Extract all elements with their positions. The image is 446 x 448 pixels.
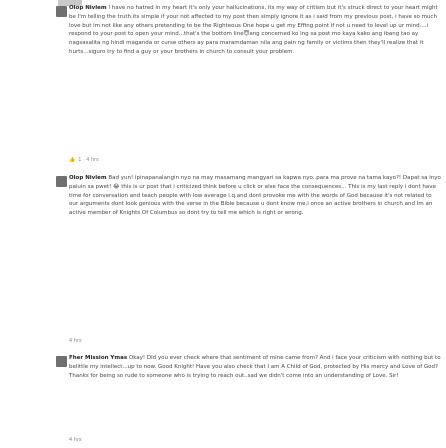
comment-meta: 4 hrs	[69, 436, 82, 444]
comment-author[interactable]: Olop Nivlem	[69, 5, 107, 11]
comment-author[interactable]: Fher Mission Ymas	[69, 355, 127, 361]
avatar[interactable]	[56, 176, 67, 187]
like-icon[interactable]: 👍	[69, 156, 75, 164]
comment-meta-text: 1 · 4 hrs	[78, 157, 99, 163]
comment-meta-text: 4 hrs	[69, 338, 82, 344]
comment-body: Fher Mission Ymas Okay! Did you ever che…	[69, 354, 442, 380]
avatar[interactable]	[56, 356, 67, 367]
comment-text: I have no hatred in my heart it's only y…	[69, 5, 438, 55]
avatar[interactable]	[56, 6, 67, 17]
comment-meta: 👍 1 · 4 hrs	[69, 156, 99, 164]
comment-meta-text: 4 hrs	[69, 437, 82, 443]
comment-text: Bad yun! ipinapanalangin nyo na may masa…	[69, 175, 441, 217]
comment-author[interactable]: Olop Nivlem	[69, 175, 107, 181]
comment-body: Olop Nivlem I have no hatred in my heart…	[69, 4, 442, 57]
comment-meta: 4 hrs	[69, 337, 82, 345]
comment-body: Olop Nivlem Bad yun! ipinapanalangin nyo…	[69, 174, 442, 218]
